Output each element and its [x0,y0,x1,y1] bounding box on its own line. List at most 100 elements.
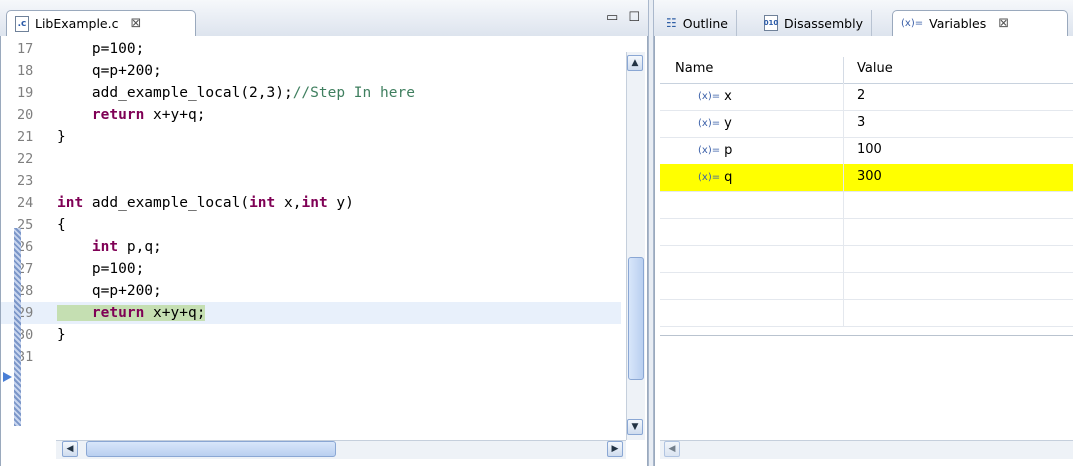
line-number: 25 [17,217,34,233]
code-line[interactable]: 17 p=100; [1,38,621,60]
variable-value[interactable]: 300 [844,164,1073,191]
code-token: } [57,327,66,343]
variable-name: x [724,88,732,104]
variables-table-end [660,331,1073,336]
code-line[interactable]: 21} [1,126,621,148]
code-line[interactable]: 19 add_example_local(2,3);//Step In here [1,82,621,104]
code-line[interactable]: 26 int p,q; [1,236,621,258]
code-text: int p,q; [57,236,162,258]
variables-horizontal-scrollbar[interactable] [660,440,1073,459]
variable-row[interactable]: (x)= x 2 [660,83,1073,111]
code-line[interactable]: 29 return x+y+q; [1,302,621,324]
comment-token: //Step In here [292,85,415,101]
code-token: y) [327,195,354,211]
line-number: 19 [17,85,34,101]
scroll-down-button[interactable]: ▼ [627,419,643,435]
column-header-name[interactable]: Name [660,57,844,83]
keyword-token: int [249,195,276,211]
variable-icon: (x)= [698,171,721,183]
editor-vertical-scrollbar[interactable] [626,52,645,440]
variable-name-cell: (x)= x [660,83,844,110]
code-line[interactable]: 23 [1,170,621,192]
code-editor[interactable]: 17 p=100; 18 q=p+200; 19 add_example_local… [0,36,648,466]
code-line[interactable]: 27 p=100; [1,258,621,280]
tab-variables[interactable]: (x)= Variables ⊠ [892,10,1068,36]
empty-row [660,245,1073,273]
line-number: 28 [17,283,34,299]
variable-value[interactable]: 3 [844,110,1073,137]
code-token: add_example_local(2,3); [57,85,293,101]
views-tab-bar: ☷ Outline 010 Disassembly (x)= Variables… [654,0,1073,36]
tab-variables-label: Variables [929,16,987,31]
code-text: p=100; [57,38,144,60]
empty-row [660,272,1073,300]
code-line[interactable]: 31 [1,346,621,368]
line-number: 27 [17,261,34,277]
code-token: p,q; [118,239,162,255]
empty-row [660,191,1073,219]
line-number: 22 [17,151,34,167]
keyword-token: return [91,107,145,123]
variable-value[interactable]: 100 [844,137,1073,164]
scroll-left-button[interactable]: ◀ [62,441,78,457]
code-token: { [57,217,66,233]
variables-icon: (x)= [901,18,924,29]
column-header-value[interactable]: Value [844,57,1073,83]
tab-disassembly-label: Disassembly [784,15,863,31]
breakpoint-range-marker [14,228,21,426]
code-token: q=p+200; [57,63,162,79]
editor-horizontal-scroll-thumb[interactable] [86,441,336,457]
tab-libexample-c[interactable]: .c LibExample.c ⊠ [6,10,196,36]
minimize-icon[interactable]: ▭ [606,10,618,25]
code-line[interactable]: 18 q=p+200; [1,60,621,82]
variable-value[interactable]: 2 [844,83,1073,110]
code-line[interactable]: 20 return x+y+q; [1,104,621,126]
variable-row[interactable]: (x)= p 100 [660,137,1073,165]
variables-scroll-left-button[interactable]: ◀ [664,441,680,457]
keyword-token: return [91,305,145,321]
keyword-token: int [91,239,119,255]
code-text: int add_example_local(int x,int y) [57,192,354,214]
variable-name: y [724,115,732,131]
code-line[interactable]: 22 [1,148,621,170]
code-line[interactable]: 24 int add_example_local(int x,int y) [1,192,621,214]
variable-icon: (x)= [698,90,721,102]
scroll-up-button[interactable]: ▲ [627,55,643,71]
keyword-token: int [301,195,328,211]
code-line[interactable]: 28 q=p+200; [1,280,621,302]
scroll-right-button[interactable]: ▶ [607,441,623,457]
variable-name: p [724,142,733,158]
tab-label: LibExample.c [35,16,119,31]
variable-row[interactable]: (x)= q 300 [660,164,1073,192]
close-tab-icon[interactable]: ⊠ [130,16,141,31]
code-token: q=p+200; [57,283,162,299]
line-number: 17 [17,41,34,57]
line-number: 31 [17,349,34,365]
line-number: 24 [17,195,34,211]
code-text: return x+y+q; [57,302,206,324]
maximize-icon[interactable]: ☐ [628,10,640,25]
close-variables-tab-icon[interactable]: ⊠ [998,16,1009,31]
c-source-file-icon: .c [15,15,29,32]
variables-table-header: Name Value [660,57,1073,84]
line-number: 30 [17,327,34,343]
tab-outline-label: Outline [682,15,728,31]
disassembly-icon: 010 [764,15,778,31]
code-text: q=p+200; [57,280,162,302]
code-text: } [57,126,66,148]
keyword-token: int [57,195,84,211]
variable-name: q [724,169,733,185]
tab-disassembly[interactable]: 010 Disassembly [756,10,872,36]
instruction-pointer-icon [3,372,12,382]
tab-outline[interactable]: ☷ Outline [658,10,737,36]
code-line[interactable]: 30} [1,324,621,346]
code-token: x, [275,195,302,211]
empty-cell [660,218,844,245]
code-text: } [57,324,66,346]
code-line[interactable]: 25 { [1,214,621,236]
editor-vertical-scroll-thumb[interactable] [628,257,644,380]
variable-row[interactable]: (x)= y 3 [660,110,1073,138]
